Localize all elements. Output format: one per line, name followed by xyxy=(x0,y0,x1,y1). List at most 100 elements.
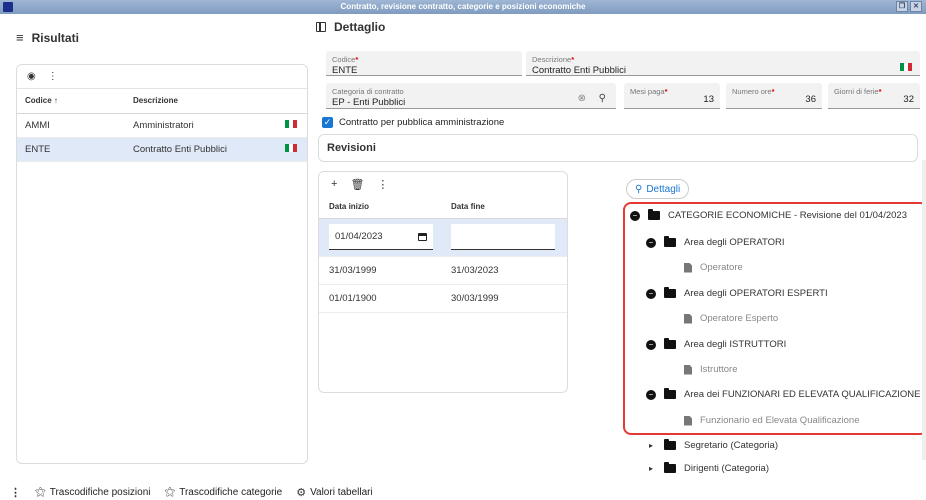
tree-node-area[interactable]: − Area degli ISTRUTTORI xyxy=(646,338,786,350)
folder-icon xyxy=(664,388,676,399)
cell-descrizione: Amministratori xyxy=(125,113,277,138)
column-header-flag xyxy=(277,89,307,114)
file-icon xyxy=(684,364,692,375)
revisioni-table: Data inizio Data fine 01/04/2023 31/03/1… xyxy=(319,196,567,313)
revisioni-title: Revisioni xyxy=(327,142,376,154)
italy-flag-icon xyxy=(285,119,297,128)
tree-node-leaf[interactable]: Funzionario ed Elevata Qualificazione xyxy=(684,415,859,426)
add-icon[interactable]: + xyxy=(331,178,337,190)
revisioni-toolbar: + 🗑 ⋮ xyxy=(319,172,567,196)
folder-icon xyxy=(664,236,676,247)
cell-descrizione: Contratto Enti Pubblici xyxy=(125,137,277,162)
expand-icon[interactable]: ▸ xyxy=(646,441,656,450)
eye-icon[interactable]: ◉ xyxy=(27,71,36,82)
valori-tabellari-button[interactable]: ⚙ Valori tabellari xyxy=(296,486,373,499)
gear-icon: ⚙ xyxy=(296,486,307,499)
detail-title: Dettaglio xyxy=(334,20,386,34)
window-title: Contratto, revisione contratto, categori… xyxy=(340,2,586,11)
tree-node-leaf[interactable]: Operatore xyxy=(684,262,743,273)
more-vert-icon[interactable]: ⋮ xyxy=(10,486,21,499)
folder-icon xyxy=(664,287,676,298)
column-header-data-inizio[interactable]: Data inizio xyxy=(319,196,441,219)
clear-icon[interactable]: ⊗ xyxy=(578,93,586,104)
column-header-data-fine[interactable]: Data fine xyxy=(441,196,567,219)
more-vert-icon[interactable]: ⋮ xyxy=(48,71,58,82)
sidebar-panel-icon[interactable] xyxy=(316,22,326,32)
italy-flag-icon xyxy=(285,143,297,152)
results-title: Risultati xyxy=(31,30,79,45)
italy-flag-icon[interactable] xyxy=(900,63,912,71)
cell-codice: AMMI xyxy=(17,113,125,138)
restore-icon[interactable]: ❐ xyxy=(896,1,908,12)
trascodifiche-categorie-button[interactable]: ⚝ Trascodifiche categorie xyxy=(165,486,283,499)
app-icon xyxy=(3,2,13,12)
data-fine-input[interactable] xyxy=(451,224,555,250)
dettagli-button[interactable]: ⚲ Dettagli xyxy=(626,179,690,199)
folder-icon xyxy=(664,439,676,450)
codice-field[interactable]: Codice* ENTE xyxy=(326,51,522,76)
pa-checkbox[interactable]: ✓ xyxy=(322,117,333,128)
giorni-ferie-field[interactable]: Giorni di ferie* 32 xyxy=(828,83,920,109)
file-icon xyxy=(684,415,692,426)
pa-checkbox-label: Contratto per pubblica amministrazione xyxy=(339,117,505,128)
search-icon: ⚲ xyxy=(635,183,643,195)
categoria-field[interactable]: Categoria di contratto EP - Enti Pubblic… xyxy=(326,83,616,109)
mesi-paga-field[interactable]: Mesi paga* 13 xyxy=(624,83,720,109)
magic-wand-icon: ⚝ xyxy=(164,485,176,498)
column-header-codice[interactable]: Codice ↑ xyxy=(17,89,125,114)
sort-up-icon: ↑ xyxy=(53,96,58,106)
descrizione-value: Contratto Enti Pubblici xyxy=(532,65,626,76)
table-row-editing[interactable]: 01/04/2023 xyxy=(319,218,567,257)
detail-header: Dettaglio xyxy=(316,20,385,34)
delete-icon[interactable]: 🗑 xyxy=(350,178,364,191)
tree-node-collapsed[interactable]: ▸ Dirigenti (Categoria) xyxy=(646,462,769,474)
data-inizio-input[interactable]: 01/04/2023 xyxy=(329,224,433,250)
table-row[interactable]: 31/03/1999 31/03/2023 xyxy=(319,256,567,285)
more-vert-icon[interactable]: ⋮ xyxy=(377,178,388,191)
collapse-icon[interactable]: − xyxy=(646,237,656,248)
file-icon xyxy=(684,313,692,324)
vertical-scrollbar[interactable] xyxy=(922,160,926,460)
tree-node-leaf[interactable]: Operatore Esperto xyxy=(684,313,778,324)
window-controls: ❐ ✕ xyxy=(896,1,922,13)
tree-node-area[interactable]: − Area degli OPERATORI ESPERTI xyxy=(646,287,828,299)
table-row[interactable]: ENTE Contratto Enti Pubblici xyxy=(17,137,307,162)
table-row[interactable]: 01/01/1900 30/03/1999 xyxy=(319,284,567,313)
collapse-icon[interactable]: − xyxy=(646,389,656,400)
results-card: ◉ ⋮ Codice ↑ Descrizione AMMI Amministra… xyxy=(16,64,308,464)
results-header: ≡ Risultati xyxy=(16,30,79,45)
tree-node-area[interactable]: − Area dei FUNZIONARI ED ELEVATA QUALIFI… xyxy=(646,388,921,400)
collapse-icon[interactable]: − xyxy=(646,339,656,350)
trascodifiche-posizioni-button[interactable]: ⚝ Trascodifiche posizioni xyxy=(35,486,151,499)
cell-codice: ENTE xyxy=(17,137,125,162)
results-table: Codice ↑ Descrizione AMMI Amministratori… xyxy=(17,89,307,162)
pa-checkbox-row[interactable]: ✓ Contratto per pubblica amministrazione xyxy=(322,117,504,128)
table-row[interactable]: AMMI Amministratori xyxy=(17,113,307,138)
categoria-value: EP - Enti Pubblici xyxy=(332,97,406,108)
search-icon[interactable]: ⚲ xyxy=(599,93,606,104)
tree-node-root[interactable]: − CATEGORIE ECONOMICHE - Revisione del 0… xyxy=(630,209,907,221)
descrizione-field[interactable]: Descrizione* Contratto Enti Pubblici xyxy=(526,51,920,76)
collapse-icon[interactable]: − xyxy=(630,210,640,221)
close-icon[interactable]: ✕ xyxy=(910,1,922,12)
numero-ore-field[interactable]: Numero ore* 36 xyxy=(726,83,822,109)
revisioni-section: Revisioni xyxy=(318,134,918,162)
tree-node-collapsed[interactable]: ▸ Segretario (Categoria) xyxy=(646,439,778,451)
results-toolbar: ◉ ⋮ xyxy=(17,65,307,89)
calendar-icon[interactable] xyxy=(418,232,427,241)
collapse-icon[interactable]: − xyxy=(646,288,656,299)
magic-wand-icon: ⚝ xyxy=(35,485,46,498)
window-titlebar: Contratto, revisione contratto, categori… xyxy=(0,0,926,14)
folder-icon xyxy=(648,209,660,220)
tree-node-area[interactable]: − Area degli OPERATORI xyxy=(646,236,785,248)
list-menu-icon[interactable]: ≡ xyxy=(16,30,24,45)
column-header-descrizione[interactable]: Descrizione xyxy=(125,89,277,114)
bottom-toolbar: ⋮ ⚝ Trascodifiche posizioni ⚝ Trascodifi… xyxy=(0,484,926,500)
tree-node-leaf[interactable]: Istruttore xyxy=(684,364,738,375)
folder-icon xyxy=(664,462,676,473)
revisioni-table-card: + 🗑 ⋮ Data inizio Data fine 01/04/2023 3… xyxy=(318,171,568,393)
expand-icon[interactable]: ▸ xyxy=(646,464,656,473)
codice-value: ENTE xyxy=(332,65,358,76)
folder-icon xyxy=(664,338,676,349)
file-icon xyxy=(684,262,692,273)
